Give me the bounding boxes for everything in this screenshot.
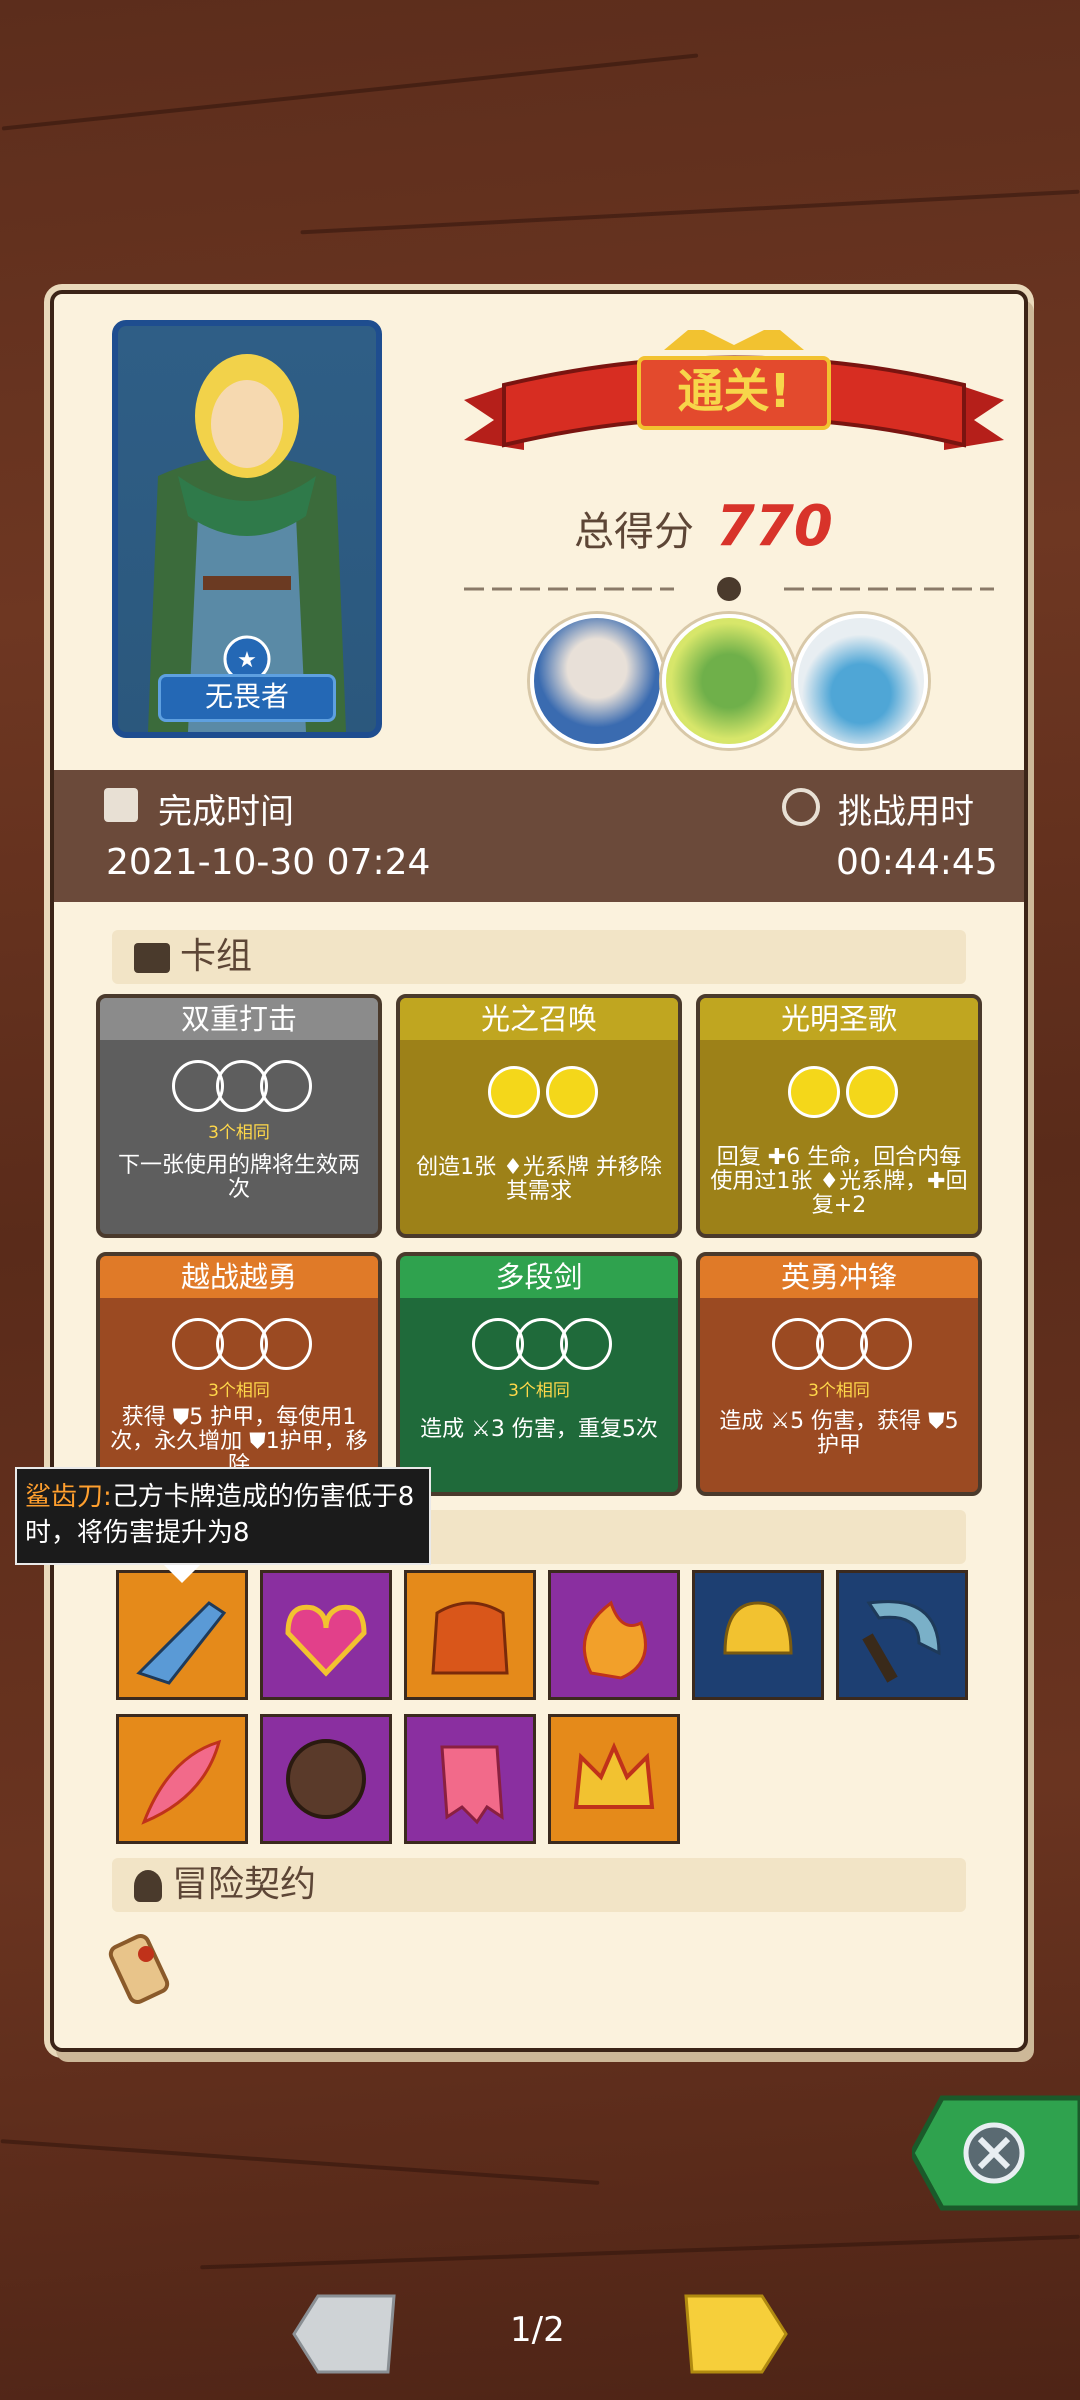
skull-icon — [717, 577, 741, 601]
card-desc: 下一张使用的牌将生效两次 — [117, 1153, 360, 1202]
card-desc: 回复 ✚6 生命，回合内每使用过1张 ♦光系牌，✚回复+2 — [710, 1145, 968, 1218]
deck-card[interactable]: 双重打击 3个相同 下一张使用的牌将生效两次 — [96, 994, 382, 1238]
next-page-button[interactable] — [680, 2292, 790, 2378]
boss-avatar-2[interactable] — [662, 614, 796, 748]
card-name: 双重打击 — [100, 998, 378, 1040]
deck-card[interactable]: 英勇冲锋 3个相同 造成 ⚔5 伤害，获得 ⛊5 护甲 — [696, 1252, 982, 1496]
sweater-icon[interactable] — [404, 1570, 536, 1700]
crown-icon[interactable] — [548, 1714, 680, 1844]
result-panel: ★ 无畏者 通关! 总得分 770 完成时间 2021-10-30 07:24 挑… — [50, 290, 1028, 2052]
card-sub: 3个相同 — [808, 1381, 870, 1401]
card-name: 多段剑 — [400, 1256, 678, 1298]
deck-card[interactable]: 越战越勇 3个相同 获得 ⛊5 护甲，每使用1次，永久增加 ⛊1护甲，移除 — [96, 1252, 382, 1496]
flame-potion-icon[interactable] — [548, 1570, 680, 1700]
duration-value: 00:44:45 — [836, 842, 998, 883]
contract-title: 冒险契约 — [172, 1864, 317, 1905]
score-row: 总得分 770 — [574, 494, 833, 559]
time-bar: 完成时间 2021-10-30 07:24 挑战用时 00:44:45 — [54, 770, 1024, 902]
card-sub: 3个相同 — [208, 1381, 270, 1401]
deck-card[interactable]: 光明圣歌 回复 ✚6 生命，回合内每使用过1张 ♦光系牌，✚回复+2 — [696, 994, 982, 1238]
card-name: 越战越勇 — [100, 1256, 378, 1298]
card-desc: 造成 ⚔5 伤害，获得 ⛊5 护甲 — [719, 1409, 959, 1458]
person-icon — [134, 1870, 162, 1902]
duration-label: 挑战用时 — [838, 792, 974, 832]
hero-portrait[interactable]: ★ 无畏者 — [112, 320, 382, 738]
deck-card[interactable]: 光之召唤 创造1张 ♦光系牌 并移除其需求 — [396, 994, 682, 1238]
card-name: 英勇冲锋 — [700, 1256, 978, 1298]
scroll-icon[interactable] — [104, 1924, 184, 2014]
card-sub: 3个相同 — [508, 1381, 570, 1401]
fire-feather-icon[interactable] — [116, 1714, 248, 1844]
svg-text:★: ★ — [237, 648, 257, 673]
tooltip-relic-name: 鲨齿刀: — [25, 1482, 112, 1512]
relic-tooltip: 鲨齿刀:己方卡牌造成的伤害低于8时，将伤害提升为8 — [15, 1467, 431, 1565]
card-name: 光之召唤 — [400, 998, 678, 1040]
finish-time-value: 2021-10-30 07:24 — [106, 842, 431, 883]
heart-amulet-icon[interactable] — [260, 1570, 392, 1700]
boss-avatar-1[interactable] — [530, 614, 664, 748]
hero-name: 无畏者 — [158, 674, 336, 722]
card-desc: 创造1张 ♦光系牌 并移除其需求 — [416, 1155, 662, 1204]
card-name: 光明圣歌 — [700, 998, 978, 1040]
page-indicator: 1/2 — [510, 2310, 565, 2350]
stopwatch-icon — [782, 788, 820, 826]
hero-illustration: ★ — [148, 354, 346, 732]
divider-ornament — [464, 577, 994, 601]
close-button[interactable] — [912, 2088, 1080, 2218]
golden-helmet-icon[interactable] — [692, 1570, 824, 1700]
cards-icon — [134, 943, 170, 973]
banner-text: 通关! — [678, 364, 791, 418]
card-sub: 3个相同 — [208, 1123, 270, 1143]
finish-time-label: 完成时间 — [158, 792, 294, 832]
shark-blade-icon[interactable] — [116, 1570, 248, 1700]
calendar-icon — [104, 788, 138, 822]
victory-ribbon: 通关! — [464, 330, 1004, 450]
card-desc: 造成 ⚔3 伤害，重复5次 — [420, 1417, 658, 1442]
deck-title: 卡组 — [180, 936, 253, 977]
prev-page-button[interactable] — [290, 2292, 400, 2378]
deck-card[interactable]: 多段剑 3个相同 造成 ⚔3 伤害，重复5次 — [396, 1252, 682, 1496]
button-coin-icon[interactable] — [260, 1714, 392, 1844]
boss-avatar-3[interactable] — [794, 614, 928, 748]
pink-cloth-icon[interactable] — [404, 1714, 536, 1844]
score-value: 770 — [716, 494, 833, 559]
deck-section-header: 卡组 — [112, 930, 966, 984]
contract-section-header: 冒险契约 — [112, 1858, 966, 1912]
score-label: 总得分 — [574, 509, 694, 555]
tooltip-arrow — [164, 1565, 200, 1583]
sickle-icon[interactable] — [836, 1570, 968, 1700]
